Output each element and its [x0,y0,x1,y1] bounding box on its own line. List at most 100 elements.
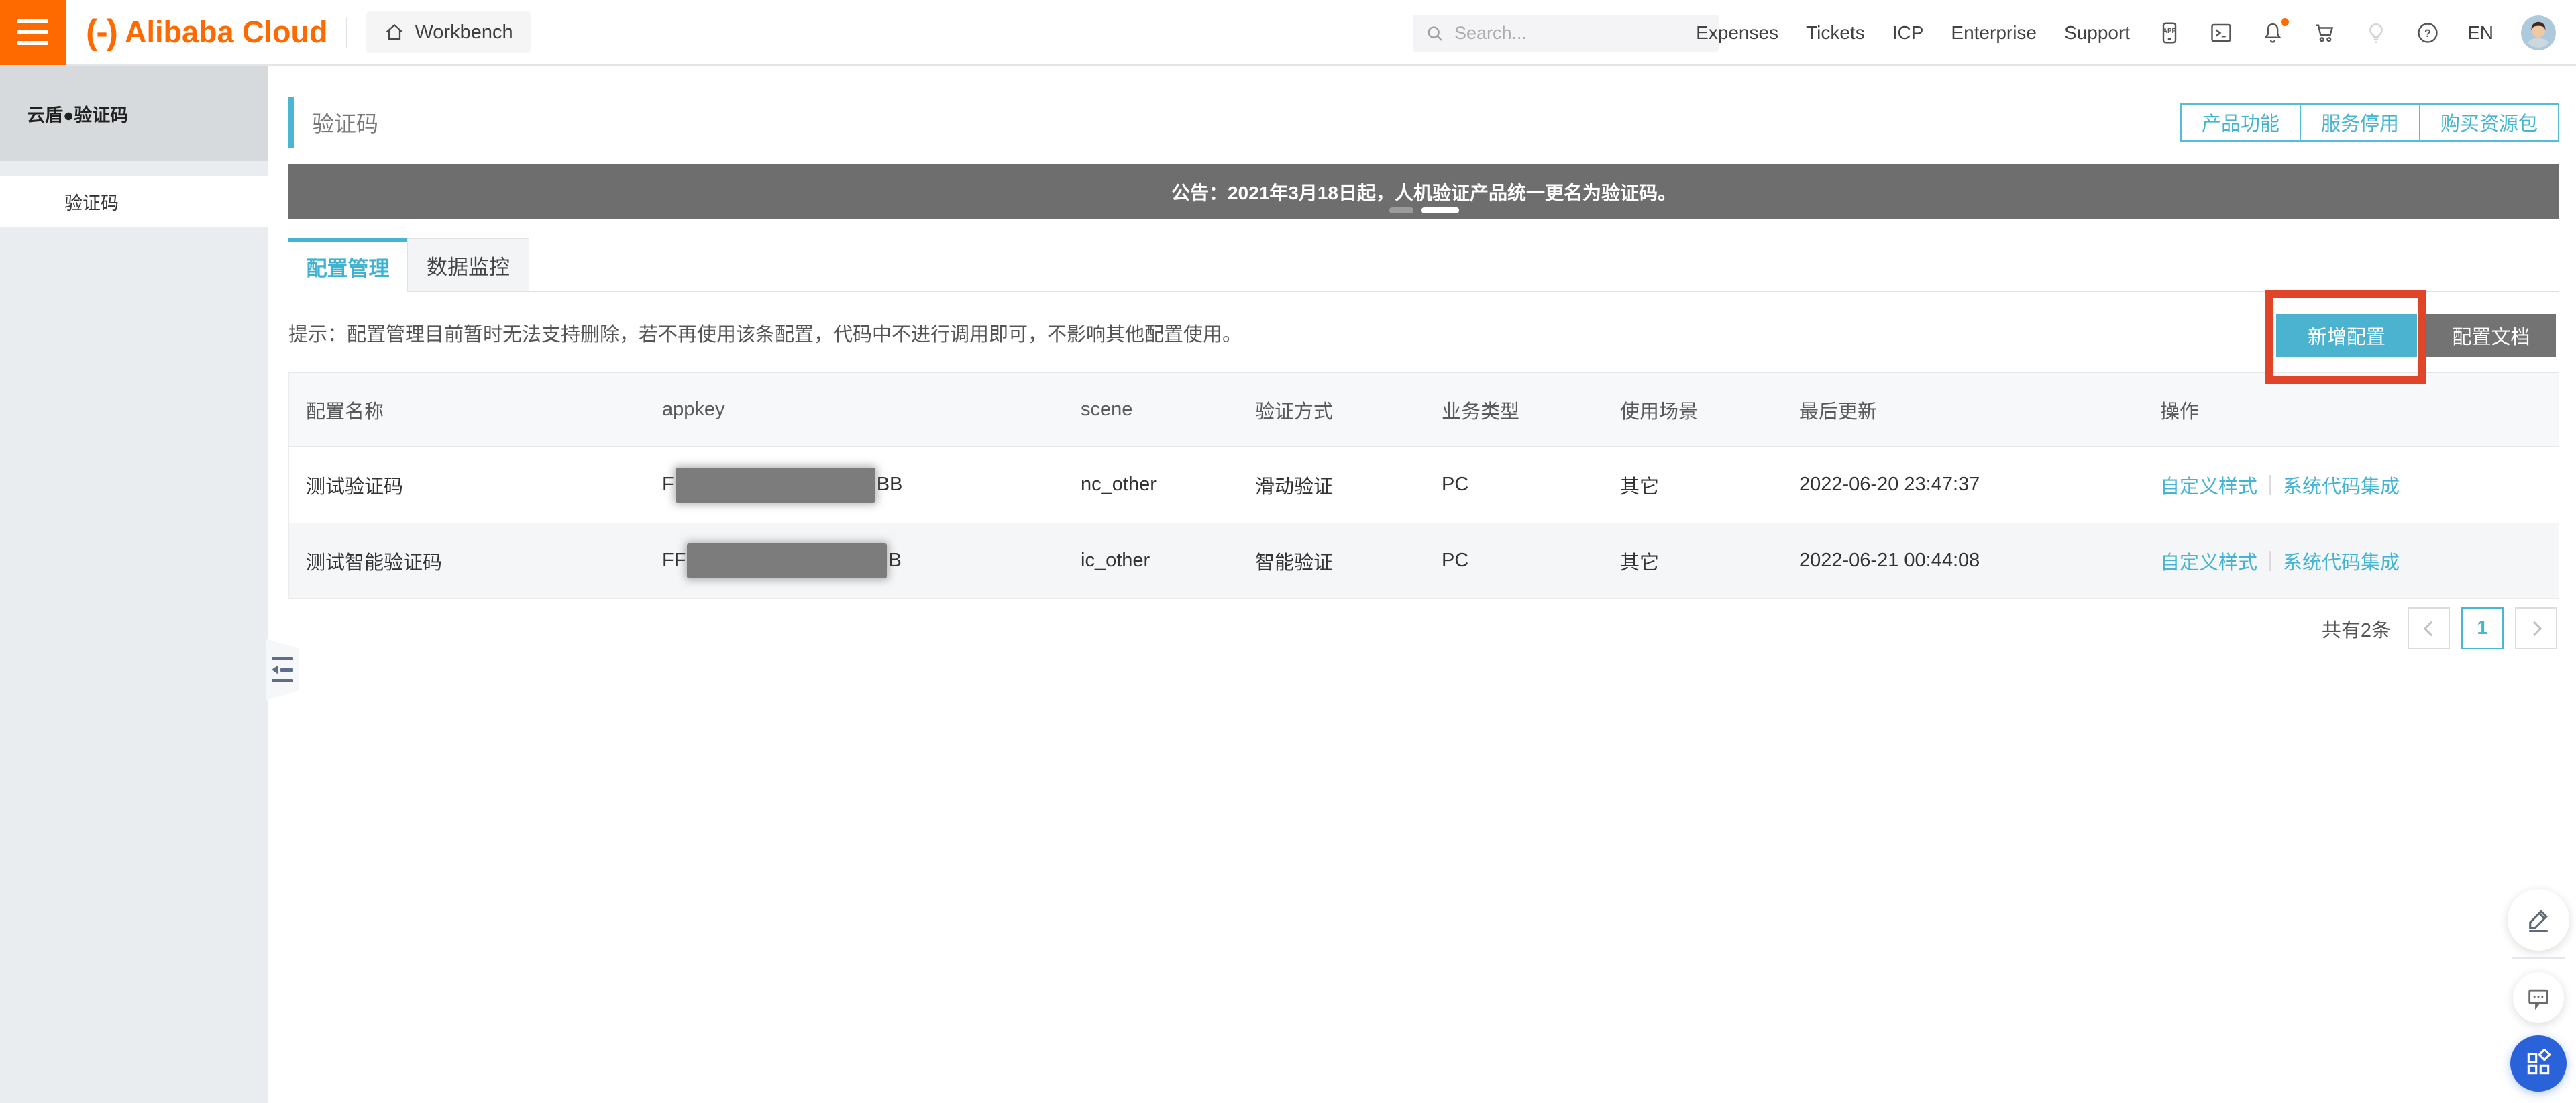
system-code-integration-link[interactable]: 系统代码集成 [2283,471,2400,499]
column-header-usage-scene: 使用场景 [1620,396,1799,424]
chat-bubble-icon [2525,984,2552,1011]
column-header-scene: scene [1081,399,1255,421]
support-chat-fab[interactable] [2513,972,2564,1023]
appkey-suffix: B [888,549,901,572]
appkey-redaction-block [687,543,887,578]
sidebar: 云盾●验证码 验证码 [0,66,268,1103]
product-features-button[interactable]: 产品功能 [2180,103,2301,142]
cell-config-name: 测试验证码 [289,471,662,499]
appkey-prefix: F [662,474,674,496]
cell-appkey: F BB [662,468,1081,503]
topbar-divider [346,17,347,48]
sidebar-collapse-handle[interactable] [266,639,299,700]
apps-grid-icon [2524,1049,2553,1078]
help-icon[interactable]: ? [2416,21,2440,45]
announcement-banner: 公告：2021年3月18日起，人机验证产品统一更名为验证码。 [288,164,2559,219]
hint-text: 提示：配置管理目前暂时无法支持删除，若不再使用该条配置，代码中不进行调用即可，不… [288,319,1242,347]
system-code-integration-link[interactable]: 系统代码集成 [2283,547,2400,575]
config-doc-button[interactable]: 配置文档 [2426,314,2556,357]
search-icon [1425,23,1445,44]
alibaba-cloud-logo-text: Alibaba Cloud [125,15,328,50]
table-header-row: 配置名称 appkey scene 验证方式 业务类型 使用场景 最后更新 操作 [289,373,2559,447]
pagination-prev-button[interactable] [2408,607,2450,649]
action-divider [2269,475,2271,495]
banner-carousel-indicators [1389,207,1459,213]
mobile-app-icon[interactable]: APP [2157,21,2182,45]
search-input[interactable] [1454,23,1696,44]
cell-verify-type: 智能验证 [1255,547,1442,575]
service-deactivation-button[interactable]: 服务停用 [2300,103,2420,142]
pagination: 共有2条 1 [2322,607,2557,649]
cell-usage-scene: 其它 [1620,547,1799,575]
svg-text:?: ? [2424,28,2431,40]
appkey-suffix: BB [877,474,903,496]
nav-expenses[interactable]: Expenses [1696,22,1778,44]
action-divider [2269,551,2271,571]
sidebar-item-captcha[interactable]: 验证码 [0,176,268,227]
nav-enterprise[interactable]: Enterprise [1951,22,2037,44]
carousel-indicator-2[interactable] [1421,207,1459,213]
cell-appkey: FF B [662,543,1081,578]
cell-scene: nc_other [1081,474,1255,496]
alibaba-cloud-logo-icon: (-) [86,12,117,52]
fab-divider [2512,957,2565,959]
tabs: 配置管理 数据监控 [288,238,529,292]
config-table: 配置名称 appkey scene 验证方式 业务类型 使用场景 最后更新 操作… [288,372,2559,599]
cell-last-updated: 2022-06-20 23:47:37 [1799,474,2160,496]
alibaba-cloud-logo[interactable]: (-) Alibaba Cloud [86,12,327,52]
collapse-sidebar-icon [272,657,293,682]
table-row: 测试智能验证码 FF B ic_other 智能验证 PC 其它 2022-06… [289,523,2559,598]
column-header-verify-type: 验证方式 [1255,396,1442,424]
cell-actions: 自定义样式 系统代码集成 [2160,547,2559,575]
tab-data-monitoring[interactable]: 数据监控 [407,238,529,292]
top-navigation-bar: (-) Alibaba Cloud Workbench Expenses Tic… [0,0,2576,66]
announcement-text: 公告：2021年3月18日起，人机验证产品统一更名为验证码。 [1171,178,1676,205]
column-header-actions: 操作 [2160,396,2559,424]
chevron-right-icon [2526,621,2542,636]
hamburger-menu-icon[interactable] [0,0,66,65]
column-header-appkey: appkey [662,399,1081,421]
page-header: 验证码 产品功能 服务停用 购买资源包 [288,93,2559,152]
custom-style-link[interactable]: 自定义样式 [2160,471,2257,499]
user-avatar[interactable] [2521,15,2556,50]
cell-scene: ic_other [1081,549,1255,572]
sidebar-product-title: 云盾●验证码 [0,66,268,161]
language-selector[interactable]: EN [2467,22,2493,44]
cell-last-updated: 2022-06-21 00:44:08 [1799,549,2160,572]
workbench-label: Workbench [415,21,513,44]
appkey-prefix: FF [662,549,686,572]
nav-support[interactable]: Support [2064,22,2130,44]
cell-config-name: 测试智能验证码 [289,547,662,575]
custom-style-link[interactable]: 自定义样式 [2160,547,2257,575]
cell-business-type: PC [1442,549,1620,572]
pagination-next-button[interactable] [2515,607,2557,649]
buy-resource-package-button[interactable]: 购买资源包 [2419,103,2559,142]
nav-tickets[interactable]: Tickets [1806,22,1865,44]
carousel-indicator-1[interactable] [1389,207,1413,213]
table-row: 测试验证码 F BB nc_other 滑动验证 PC 其它 2022-06-2… [289,447,2559,523]
nav-icp[interactable]: ICP [1892,22,1924,44]
page-title: 验证码 [312,106,378,138]
title-accent-bar [288,97,294,148]
shopping-cart-icon[interactable] [2312,21,2337,45]
topbar-right-nav: Expenses Tickets ICP Enterprise Support … [1696,0,2576,66]
workbench-button[interactable]: Workbench [366,11,530,53]
header-button-group: 产品功能 服务停用 购买资源包 [2180,103,2559,142]
pagination-page-1[interactable]: 1 [2461,607,2504,649]
notification-badge [2281,18,2289,26]
lightbulb-icon[interactable] [2364,21,2388,45]
pencil-icon [2524,905,2553,935]
tabs-underline [288,291,2559,292]
add-config-button[interactable]: 新增配置 [2276,314,2417,357]
feedback-edit-fab[interactable] [2508,889,2569,951]
mini-apps-fab[interactable] [2510,1035,2567,1092]
chevron-left-icon [2423,621,2438,636]
hint-row: 提示：配置管理目前暂时无法支持删除，若不再使用该条配置，代码中不进行调用即可，不… [288,307,2559,358]
column-header-name: 配置名称 [289,396,662,424]
cloud-shell-icon[interactable] [2209,21,2233,45]
pagination-total: 共有2条 [2322,615,2391,643]
global-search[interactable] [1413,15,1719,52]
notifications-bell-icon[interactable] [2261,21,2285,45]
tab-config-management[interactable]: 配置管理 [288,238,407,292]
column-header-business-type: 业务类型 [1442,396,1620,424]
